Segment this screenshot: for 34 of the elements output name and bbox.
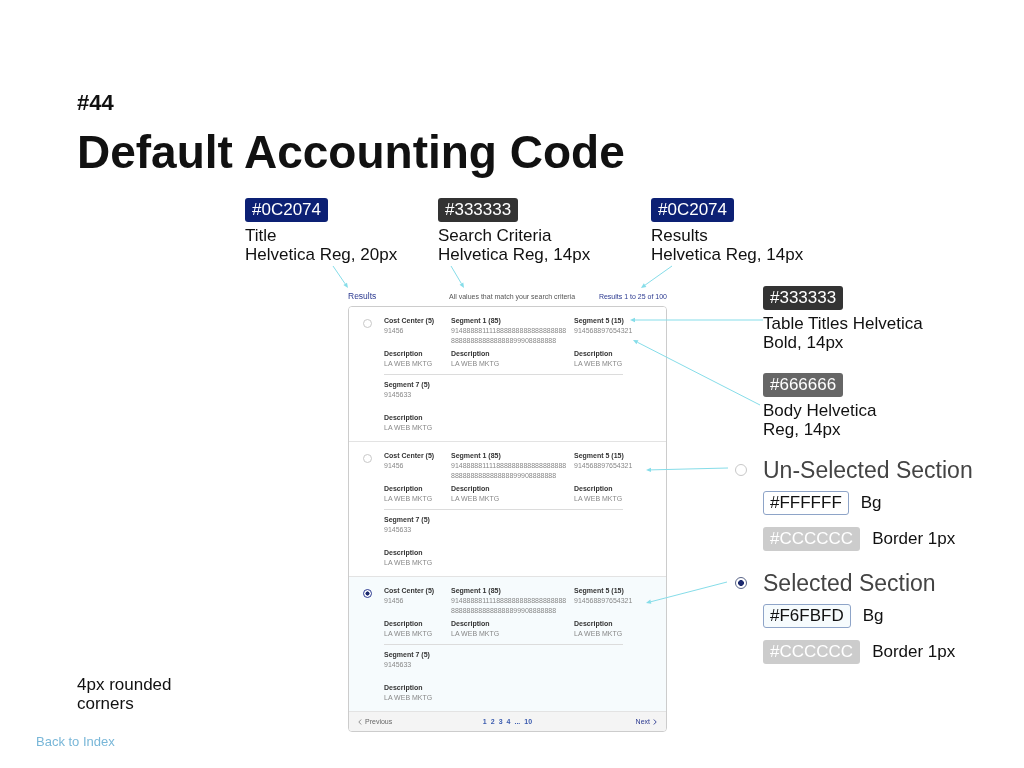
annotation-text: Bg: [862, 605, 884, 627]
radio-button[interactable]: [363, 589, 372, 598]
annotation-text: Title: [245, 226, 277, 245]
pointer-arrow: [450, 265, 464, 288]
annotation-text: Reg, 14px: [763, 420, 841, 439]
slide-number: #44: [77, 90, 114, 116]
hex-code-tag: #666666: [763, 373, 844, 397]
results-title: Results: [348, 291, 377, 301]
hex-code-tag: #333333: [763, 286, 844, 310]
annotation-text: Table Titles Helvetica: [763, 314, 923, 333]
annotation-text: Results: [651, 226, 708, 245]
annotation-text: 4px rounded corners: [77, 675, 173, 713]
annotation-text: Search Criteria: [438, 226, 552, 245]
annotation-text: Bold, 14px: [763, 333, 844, 352]
annotation-text: Border 1px: [872, 528, 956, 550]
annotation-text: Border 1px: [872, 641, 956, 663]
hex-code-tag: #FFFFFF: [763, 491, 849, 515]
chevron-left-icon: [358, 718, 362, 725]
pointer-arrow: [332, 265, 348, 288]
hex-code-tag: #0C2074: [245, 198, 328, 222]
hex-code-tag: #333333: [438, 198, 519, 222]
chevron-right-icon: [653, 718, 657, 725]
result-section[interactable]: [349, 307, 666, 442]
legend-title: Selected Section: [763, 570, 936, 596]
hex-code-tag: #F6FBFD: [763, 604, 851, 628]
slide-title: Default Accounting Code: [77, 126, 625, 178]
annotation-text: Helvetica Reg, 14px: [438, 245, 591, 264]
annotation-text: Body Helvetica: [763, 401, 877, 420]
hex-code-tag: #0C2074: [651, 198, 734, 222]
legend-title: Un-Selected Section: [763, 457, 973, 483]
annotation-text: Helvetica Reg, 20px: [245, 245, 398, 264]
annotation-text: Bg: [860, 492, 882, 514]
pointer-arrow: [641, 265, 673, 288]
annotation-text: Helvetica Reg, 14px: [651, 245, 804, 264]
